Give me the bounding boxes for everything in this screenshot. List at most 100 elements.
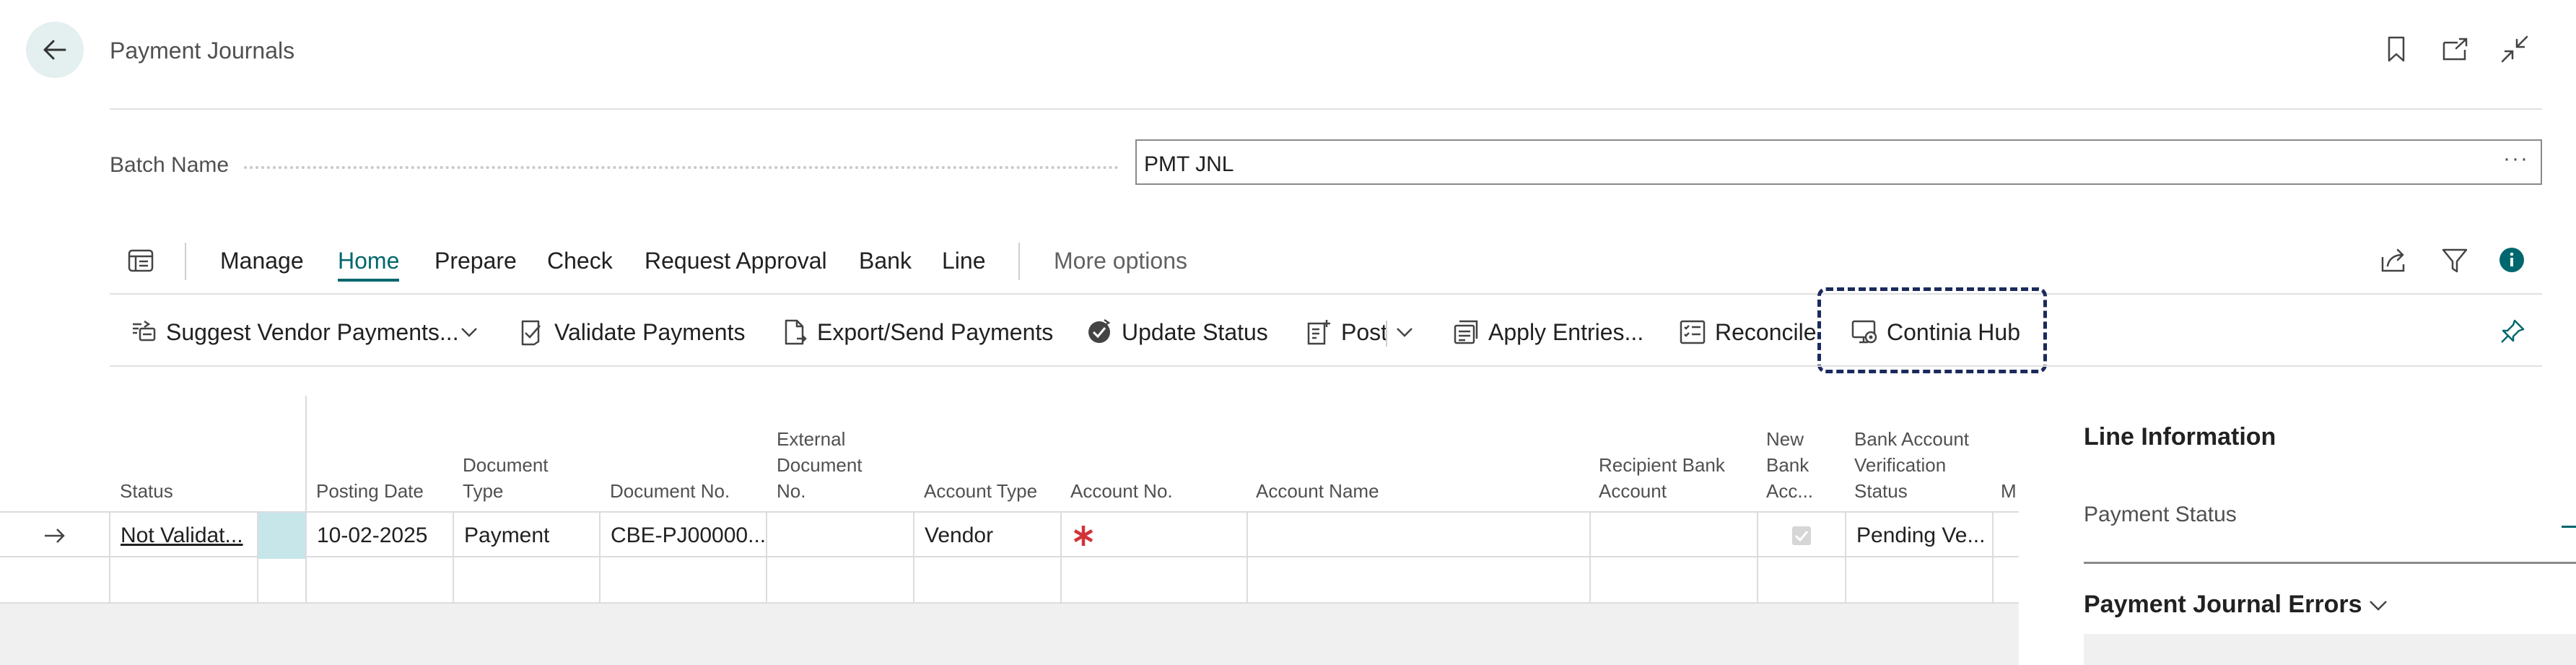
table-row[interactable]	[0, 557, 2019, 604]
table-row[interactable]: Not Validat... 10-02-2025 Payment CBE-PJ…	[0, 511, 2019, 559]
menu-separator	[1018, 243, 1020, 280]
export-send-payments-label: Export/Send Payments	[817, 318, 1054, 345]
selected-cell[interactable]	[258, 513, 307, 559]
pin-button[interactable]	[2499, 318, 2526, 345]
col-external-document-no[interactable]: External Document No.	[777, 426, 892, 511]
filter-button[interactable]	[2441, 247, 2468, 274]
col-posting-date[interactable]: Posting Date	[316, 478, 439, 511]
pin-icon	[2501, 319, 2525, 343]
bookmark-button[interactable]	[2382, 35, 2411, 64]
document-type-cell[interactable]: Payment	[454, 513, 601, 559]
apply-entries-button[interactable]: Apply Entries...	[1452, 313, 1643, 351]
chevron-down-icon	[2370, 600, 2388, 611]
payment-status-value[interactable]	[2562, 526, 2576, 528]
validate-icon	[521, 320, 541, 346]
validate-payments-label: Validate Payments	[554, 318, 746, 345]
posting-date-cell[interactable]	[307, 557, 454, 604]
checkbox-checked-disabled-icon	[1792, 526, 1811, 545]
grid-cell[interactable]	[258, 557, 307, 604]
menu-more-options[interactable]: More options	[1054, 248, 1187, 274]
payment-journal-errors-header[interactable]: Payment Journal Errors	[2084, 591, 2389, 619]
menu-manage[interactable]: Manage	[220, 248, 304, 274]
suggest-payments-dropdown[interactable]	[459, 322, 479, 342]
col-status[interactable]: Status	[120, 478, 250, 511]
account-type-cell[interactable]: Vendor	[914, 513, 1062, 559]
page-title: Payment Journals	[110, 38, 295, 64]
header-divider	[110, 108, 2542, 110]
export-send-payments-button[interactable]: Export/Send Payments	[781, 313, 1053, 351]
frozen-column-divider	[305, 396, 307, 511]
document-no-cell[interactable]: CBE-PJ00000...	[601, 513, 767, 559]
account-type-cell[interactable]	[914, 557, 1062, 604]
open-new-window-icon	[2442, 38, 2468, 61]
menu-separator	[185, 243, 186, 280]
suggest-vendor-payments-label: Suggest Vendor Payments...	[166, 318, 459, 345]
account-no-cell[interactable]	[1062, 557, 1248, 604]
m-cell[interactable]	[1994, 557, 2019, 604]
row-indicator	[0, 557, 110, 604]
suggest-vendor-payments-button[interactable]: Suggest Vendor Payments...	[130, 313, 459, 351]
new-bank-account-cell	[1758, 513, 1846, 559]
open-new-window-button[interactable]	[2441, 35, 2470, 64]
col-bank-account-verification-status[interactable]: Bank Account Verification Status	[1854, 426, 1977, 511]
current-row-arrow-icon	[44, 529, 65, 543]
share-icon	[2381, 248, 2405, 272]
chevron-down-icon	[1397, 328, 1413, 337]
reconcile-button[interactable]: Reconcile	[1679, 313, 1817, 351]
payment-journal-errors-content	[2084, 634, 2576, 665]
reconcile-label: Reconcile	[1715, 318, 1817, 345]
row-indicator	[0, 513, 110, 559]
action-bar-divider	[110, 365, 2542, 367]
verification-status-cell[interactable]	[1846, 557, 1994, 604]
posting-date-cell[interactable]: 10-02-2025	[307, 513, 454, 559]
continia-hub-highlight	[1817, 287, 2047, 373]
account-name-cell[interactable]	[1248, 557, 1591, 604]
recipient-bank-account-cell[interactable]	[1591, 557, 1758, 604]
info-button[interactable]	[2499, 247, 2525, 273]
collapse-button[interactable]	[2500, 35, 2529, 64]
status-cell[interactable]	[110, 557, 258, 604]
menu-request-approval[interactable]: Request Approval	[645, 248, 827, 274]
verification-status-cell[interactable]: Pending Ve...	[1846, 513, 1994, 559]
panel-divider	[2084, 562, 2576, 564]
col-account-type[interactable]: Account Type	[924, 478, 1039, 511]
external-document-no-cell[interactable]	[767, 513, 914, 559]
batch-name-value: PMT JNL	[1144, 152, 1234, 176]
batch-name-leader	[244, 166, 1119, 169]
post-button[interactable]: Post	[1305, 313, 1387, 351]
update-status-button[interactable]: Update Status	[1086, 313, 1268, 351]
recipient-bank-account-cell[interactable]	[1591, 513, 1758, 559]
post-dropdown[interactable]	[1394, 322, 1415, 342]
menu-bank[interactable]: Bank	[859, 248, 912, 274]
menu-line[interactable]: Line	[942, 248, 986, 274]
col-new-bank-account[interactable]: New Bank Acc...	[1766, 426, 1817, 511]
page-layout-button[interactable]	[127, 247, 154, 274]
status-cell[interactable]: Not Validat...	[110, 513, 258, 559]
col-recipient-bank-account[interactable]: Recipient Bank Account	[1599, 452, 1743, 511]
batch-name-field[interactable]: PMT JNL ···	[1135, 139, 2542, 185]
validate-payments-button[interactable]: Validate Payments	[518, 313, 745, 351]
menu-check[interactable]: Check	[547, 248, 613, 274]
share-button[interactable]	[2380, 247, 2409, 273]
m-cell[interactable]	[1994, 513, 2019, 559]
required-asterisk-icon	[1073, 526, 1093, 546]
menu-home[interactable]: Home	[338, 248, 400, 282]
col-document-type[interactable]: Document Type	[463, 452, 578, 511]
back-button[interactable]	[26, 22, 84, 78]
col-account-no[interactable]: Account No.	[1070, 478, 1215, 511]
document-type-cell[interactable]	[454, 557, 601, 604]
col-document-no[interactable]: Document No.	[610, 478, 754, 511]
account-name-cell[interactable]	[1248, 513, 1591, 559]
document-no-cell[interactable]	[601, 557, 767, 604]
account-no-cell[interactable]	[1062, 513, 1248, 559]
batch-name-lookup-button[interactable]: ···	[2503, 147, 2529, 171]
apply-entries-icon	[1454, 320, 1478, 344]
new-bank-account-cell[interactable]	[1758, 557, 1846, 604]
col-account-name[interactable]: Account Name	[1256, 478, 1472, 511]
apply-entries-label: Apply Entries...	[1488, 318, 1644, 345]
batch-name-label: Batch Name	[110, 153, 230, 177]
payment-journal-errors-title: Payment Journal Errors	[2084, 591, 2362, 618]
info-icon	[2499, 248, 2524, 272]
menu-prepare[interactable]: Prepare	[435, 248, 517, 274]
external-document-no-cell[interactable]	[767, 557, 914, 604]
